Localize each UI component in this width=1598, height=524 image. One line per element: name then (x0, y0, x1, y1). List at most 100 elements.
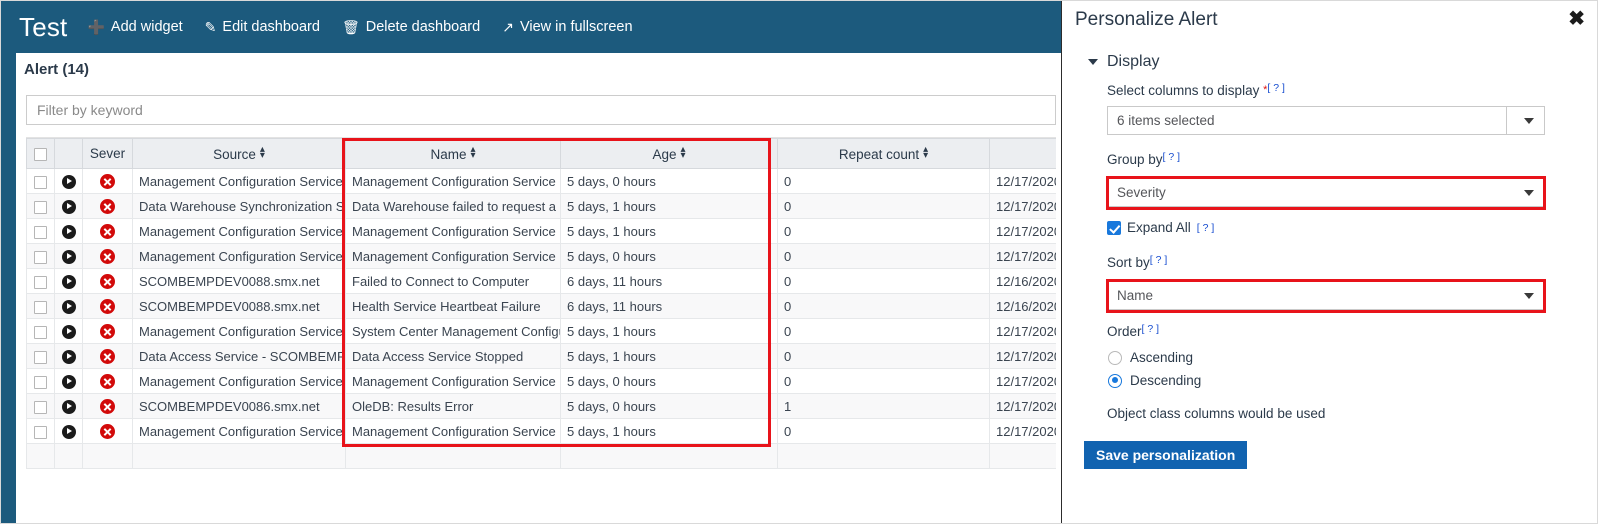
row-expand-cell[interactable] (54, 318, 83, 344)
group-by-dropdown[interactable]: Severity (1107, 178, 1545, 207)
table-row[interactable]: Management Configuration Service Manageme… (26, 168, 1056, 194)
row-select-cell[interactable] (26, 318, 55, 344)
row-select-cell[interactable] (26, 418, 55, 444)
row-expand-cell[interactable] (54, 243, 83, 269)
expand-all-checkbox[interactable] (1107, 220, 1121, 235)
row-source-cell: Management Configuration Service (132, 418, 346, 444)
row-checkbox[interactable] (34, 425, 47, 439)
row-checkbox[interactable] (34, 400, 47, 414)
order-option-ascending[interactable]: Ascending (1108, 350, 1193, 365)
sort-by-value: Name (1117, 288, 1154, 303)
help-icon[interactable]: [ ? ] (1163, 151, 1181, 163)
expand-arrow-icon[interactable] (61, 274, 76, 289)
expand-arrow-icon[interactable] (61, 199, 76, 214)
table-row[interactable]: Management Configuration Service Manageme… (26, 243, 1056, 269)
alert-grid-scroll[interactable]: Sever Source Name Age (26, 137, 1056, 497)
expand-arrow-icon[interactable] (61, 424, 76, 439)
row-last-cell: 12/16/2020 (989, 293, 1056, 319)
row-expand-cell[interactable] (54, 218, 83, 244)
select-all-header[interactable] (26, 138, 55, 169)
edit-dashboard-button[interactable]: ✎ Edit dashboard (205, 19, 320, 35)
row-checkbox[interactable] (34, 275, 47, 289)
expand-arrow-icon[interactable] (61, 324, 76, 339)
row-checkbox[interactable] (34, 325, 47, 339)
expand-arrow-icon[interactable] (61, 224, 76, 239)
filter-input[interactable] (26, 95, 1056, 125)
row-expand-cell[interactable] (54, 168, 83, 194)
select-columns-label-text: Select columns to display (1107, 83, 1260, 98)
row-select-cell[interactable] (26, 368, 55, 394)
table-row[interactable] (26, 443, 1056, 469)
close-icon[interactable]: ✖ (1568, 9, 1585, 29)
row-checkbox[interactable] (34, 300, 47, 314)
trash-icon: 🗑 (341, 19, 360, 35)
expand-arrow-icon[interactable] (61, 399, 76, 414)
row-expand-cell[interactable] (54, 193, 83, 219)
expand-arrow-icon[interactable] (61, 249, 76, 264)
sort-icon[interactable] (923, 145, 928, 157)
age-header[interactable]: Age (560, 138, 778, 169)
table-row[interactable]: Management Configuration Service Manageme… (26, 368, 1056, 394)
row-checkbox[interactable] (34, 225, 47, 239)
row-select-cell[interactable] (26, 168, 55, 194)
row-checkbox[interactable] (34, 250, 47, 264)
help-icon[interactable]: [ ? ] (1197, 222, 1215, 234)
row-expand-cell[interactable] (54, 368, 83, 394)
expand-arrow-icon[interactable] (61, 374, 76, 389)
display-section-toggle[interactable]: Display (1088, 53, 1159, 71)
row-age-cell: 5 days, 1 hours (560, 218, 778, 244)
row-select-cell[interactable] (26, 193, 55, 219)
delete-dashboard-button[interactable]: 🗑 Delete dashboard (342, 19, 480, 35)
table-row[interactable]: Management Configuration Service Manageme… (26, 418, 1056, 444)
row-checkbox[interactable] (34, 175, 47, 189)
row-expand-cell[interactable] (54, 418, 83, 444)
view-fullscreen-button[interactable]: ↗ View in fullscreen (502, 19, 632, 35)
row-expand-cell[interactable] (54, 393, 83, 419)
row-checkbox[interactable] (34, 200, 47, 214)
help-icon[interactable]: [ ? ] (1150, 254, 1168, 266)
row-select-cell[interactable] (26, 218, 55, 244)
table-row[interactable]: Management Configuration Service Manageme… (26, 218, 1056, 244)
expand-arrow-icon[interactable] (61, 349, 76, 364)
last-header[interactable]: La (989, 138, 1056, 169)
panel-title: Personalize Alert (1075, 9, 1218, 30)
row-expand-cell[interactable] (54, 268, 83, 294)
table-row[interactable]: SCOMBEMPDEV0088.smx.net Health Service He… (26, 293, 1056, 319)
order-option-descending[interactable]: Descending (1108, 373, 1201, 388)
table-row[interactable]: Data Warehouse Synchronization Se Data Wa… (26, 193, 1056, 219)
sort-icon[interactable] (681, 145, 686, 157)
radio-ascending[interactable] (1108, 350, 1122, 365)
table-row[interactable]: SCOMBEMPDEV0086.smx.net OleDB: Results Er… (26, 393, 1056, 419)
row-expand-cell[interactable] (54, 343, 83, 369)
help-icon[interactable]: [ ? ] (1267, 82, 1285, 94)
table-row[interactable]: Management Configuration Service System C… (26, 318, 1056, 344)
help-icon[interactable]: [ ? ] (1142, 323, 1160, 335)
add-widget-button[interactable]: ➕ Add widget (87, 19, 182, 35)
row-select-cell[interactable] (26, 393, 55, 419)
row-select-cell[interactable] (26, 268, 55, 294)
row-checkbox[interactable] (34, 350, 47, 364)
sort-icon[interactable] (260, 145, 265, 157)
severity-header[interactable]: Sever (82, 138, 133, 169)
row-select-cell[interactable] (26, 243, 55, 269)
select-all-checkbox[interactable] (34, 147, 47, 161)
sort-icon[interactable] (470, 145, 475, 157)
save-personalization-button[interactable]: Save personalization (1084, 441, 1248, 469)
radio-descending[interactable] (1108, 373, 1122, 388)
sort-by-dropdown[interactable]: Name (1107, 281, 1545, 310)
row-expand-cell[interactable] (54, 293, 83, 319)
source-header[interactable]: Source (132, 138, 346, 169)
expand-all-row[interactable]: Expand All [ ? ] (1107, 220, 1214, 235)
table-row[interactable]: Data Access Service - SCOMBEMPDE Data Acc… (26, 343, 1056, 369)
plus-icon: ➕ (87, 19, 105, 35)
expand-arrow-icon[interactable] (61, 174, 76, 189)
expand-arrow-icon[interactable] (61, 299, 76, 314)
repeat-count-header[interactable]: Repeat count (777, 138, 990, 169)
row-checkbox[interactable] (34, 375, 47, 389)
row-select-cell[interactable] (26, 293, 55, 319)
critical-error-icon (100, 224, 115, 240)
row-select-cell[interactable] (26, 343, 55, 369)
table-row[interactable]: SCOMBEMPDEV0088.smx.net Failed to Connect… (26, 268, 1056, 294)
name-header[interactable]: Name (345, 138, 561, 169)
select-columns-dropdown[interactable]: 6 items selected (1107, 106, 1545, 135)
